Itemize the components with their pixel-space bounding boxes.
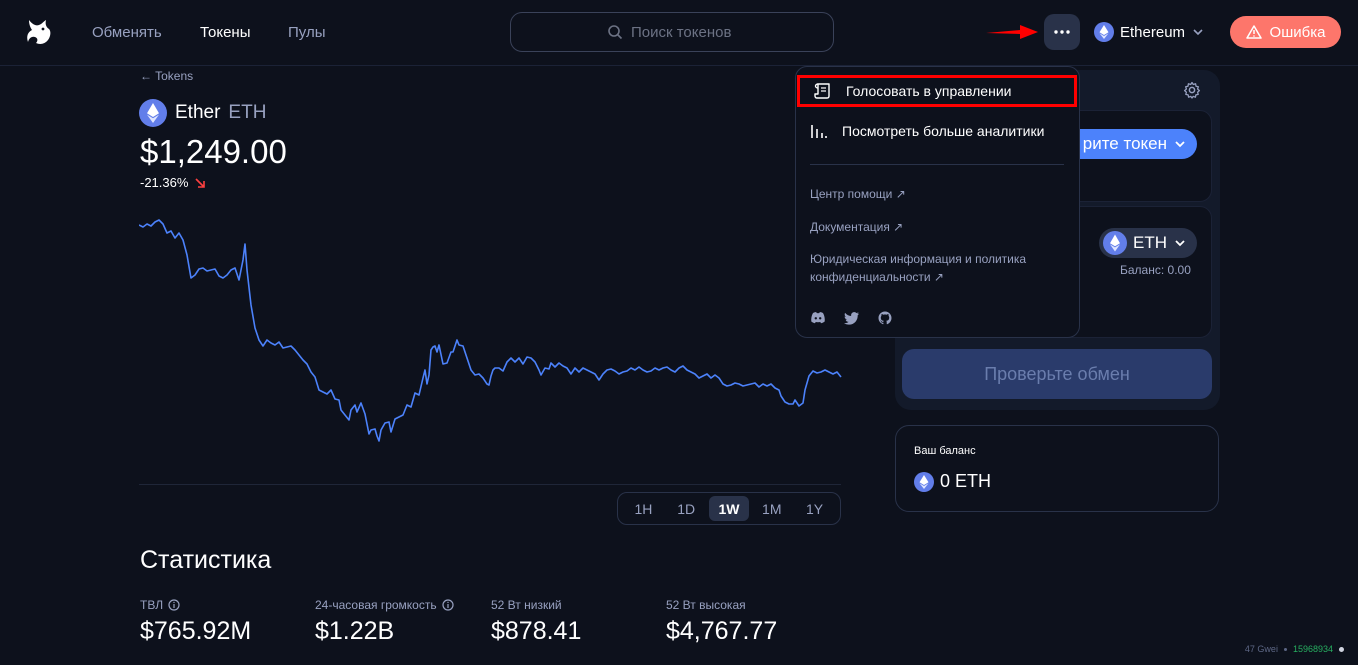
ethereum-icon	[1094, 22, 1114, 42]
price-chart[interactable]	[139, 200, 843, 485]
ether-token-icon	[139, 99, 167, 127]
timeframe-selector: 1H 1D 1W 1M 1Y	[617, 492, 841, 525]
menu-link-documentation[interactable]: Документация ↗	[810, 218, 1070, 236]
nav-tokens-link[interactable]: Токены	[200, 24, 250, 41]
scroll-icon	[814, 83, 830, 99]
timeframe-1y[interactable]: 1Y	[795, 496, 835, 521]
top-nav: Обменять Токены Пулы Ethereum	[0, 0, 1358, 66]
chevron-down-icon	[1175, 240, 1185, 247]
stats-title: Статистика	[140, 546, 272, 574]
menu-divider	[810, 164, 1064, 165]
search-input[interactable]	[631, 22, 821, 42]
warning-icon	[1245, 25, 1262, 39]
stat-52w-high-label: 52 Вт высокая	[666, 598, 746, 612]
output-token-symbol: ETH	[1133, 233, 1167, 252]
chart-baseline	[139, 484, 841, 485]
search-box[interactable]	[510, 12, 834, 52]
uniswap-logo-icon[interactable]	[24, 16, 54, 48]
menu-item-governance[interactable]: Голосовать в управлении	[797, 75, 1077, 107]
nav-pools-link[interactable]: Пулы	[288, 24, 326, 41]
chevron-down-icon	[1175, 141, 1185, 148]
menu-item-analytics-label: Посмотреть больше аналитики	[842, 123, 1045, 139]
gas-price: 47 Gwei	[1244, 644, 1278, 654]
timeframe-1d[interactable]: 1D	[666, 496, 706, 521]
bar-chart-icon	[811, 125, 827, 138]
price-chart-line	[139, 219, 842, 442]
red-arrow-annotation-icon	[986, 25, 1038, 39]
stat-52w-high: 52 Вт высокая $4,767.77	[666, 597, 777, 646]
price-delta-value: -21.36%	[140, 175, 189, 190]
info-icon[interactable]	[442, 599, 454, 611]
timeframe-1m[interactable]: 1M	[752, 496, 792, 521]
network-status: 47 Gwei 15968934	[1245, 644, 1344, 654]
error-label: Ошибка	[1269, 23, 1326, 41]
output-balance: Баланс: 0.00	[1120, 263, 1191, 277]
balance-value: 0 ETH	[940, 471, 992, 491]
stat-52w-low: 52 Вт низкий $878.41	[491, 597, 581, 646]
menu-link-help-center[interactable]: Центр помощи ↗	[810, 185, 1070, 203]
arrow-down-right-icon	[195, 177, 206, 188]
price-delta: -21.36%	[140, 175, 206, 190]
stat-tvl: ТВЛ $765.92M	[140, 597, 251, 646]
social-links	[810, 311, 892, 325]
token-symbol: ETH	[228, 102, 267, 123]
network-selector[interactable]: Ethereum	[1094, 20, 1205, 44]
stat-tvl-value: $765.92M	[140, 617, 252, 645]
discord-icon[interactable]	[810, 311, 826, 325]
info-icon[interactable]	[168, 599, 180, 611]
stat-52w-low-value: $878.41	[491, 617, 582, 645]
ethereum-icon	[1103, 231, 1127, 255]
back-to-tokens-link[interactable]: ← Tokens	[140, 69, 193, 83]
settings-gear-icon[interactable]	[1183, 81, 1201, 99]
output-token-selector[interactable]: ETH	[1099, 228, 1197, 258]
more-dots-icon	[1054, 30, 1070, 34]
ethereum-icon	[914, 471, 934, 492]
timeframe-1h[interactable]: 1H	[623, 496, 663, 521]
review-swap-button[interactable]: Проверьте обмен	[902, 349, 1212, 399]
menu-item-analytics[interactable]: Посмотреть больше аналитики	[796, 113, 1079, 149]
token-price: $1,249.00	[140, 133, 287, 170]
token-header: Ether ETH	[139, 99, 266, 127]
balance-value-row: 0 ETH	[914, 471, 991, 492]
stat-volume-value: $1.22B	[315, 617, 395, 645]
timeframe-1w[interactable]: 1W	[708, 496, 749, 521]
more-dropdown-menu: Голосовать в управлении Посмотреть больш…	[795, 66, 1080, 338]
stat-52w-high-value: $4,767.77	[666, 617, 778, 645]
stat-volume: 24-часовая громкость $1.22B	[315, 597, 454, 646]
chevron-down-icon	[1193, 29, 1203, 36]
stat-volume-label: 24-часовая громкость	[315, 598, 437, 612]
balance-title: Ваш баланс	[914, 445, 976, 457]
separator-dot	[1283, 647, 1287, 651]
your-balance-card: Ваш баланс 0 ETH	[895, 425, 1219, 512]
select-token-label: рите токен	[1082, 134, 1167, 153]
twitter-icon[interactable]	[844, 311, 860, 325]
menu-link-legal-privacy[interactable]: Юридическая информация и политика конфид…	[810, 250, 1070, 286]
search-icon	[608, 25, 623, 40]
menu-item-governance-label: Голосовать в управлении	[846, 83, 1012, 99]
network-name: Ethereum	[1120, 23, 1186, 41]
more-menu-button[interactable]	[1044, 14, 1080, 50]
error-button[interactable]: Ошибка	[1230, 16, 1341, 48]
stat-tvl-label: ТВЛ	[140, 598, 164, 612]
status-dot-icon	[1339, 646, 1344, 652]
nav-swap-link[interactable]: Обменять	[92, 24, 162, 41]
github-icon[interactable]	[878, 311, 892, 325]
block-number[interactable]: 15968934	[1293, 644, 1333, 654]
token-name: Ether	[175, 102, 221, 123]
stat-52w-low-label: 52 Вт низкий	[491, 598, 562, 612]
